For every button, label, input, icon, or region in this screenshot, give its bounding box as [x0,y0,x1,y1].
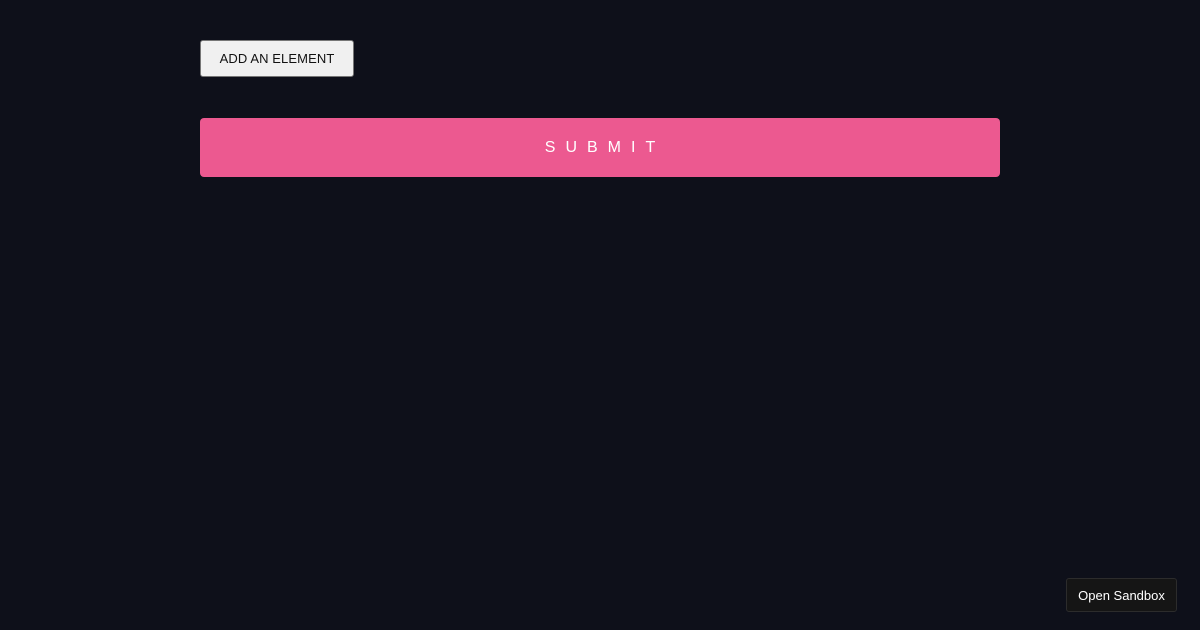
submit-button[interactable]: SUBMIT [200,118,1000,177]
open-sandbox-button[interactable]: Open Sandbox [1066,578,1177,612]
add-element-button[interactable]: ADD AN ELEMENT [200,40,354,77]
page: ADD AN ELEMENT SUBMIT Open Sandbox [0,0,1200,630]
